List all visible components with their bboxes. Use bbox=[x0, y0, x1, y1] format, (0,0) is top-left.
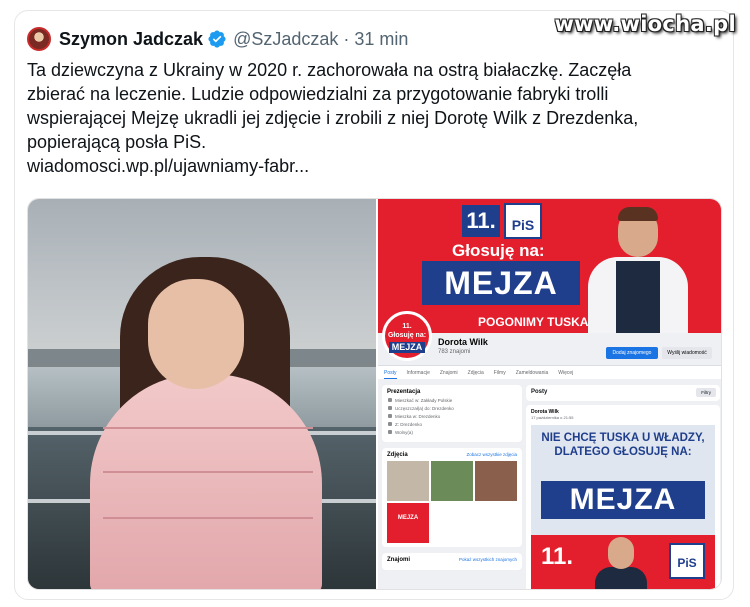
tab-more[interactable]: Więcej bbox=[558, 366, 573, 379]
photo-face bbox=[148, 279, 244, 389]
tweet-header: Szymon Jadczak @SzJadczak · 31 min bbox=[27, 26, 408, 52]
tweet-text: Ta dziewczyna z Ukrainy w 2020 r. zachor… bbox=[27, 58, 707, 178]
banner-vote-text: Głosuję na: bbox=[452, 241, 545, 260]
see-all-photos-link[interactable]: Zobacz wszystkie zdjęcia bbox=[466, 452, 517, 457]
intro-row: Wolny(a) bbox=[388, 430, 517, 435]
photo-thumb[interactable] bbox=[387, 461, 429, 501]
fb-profile-picture[interactable]: 11. Głosuję na: MEJZA bbox=[382, 311, 432, 361]
photo-jacket-seam bbox=[103, 517, 313, 519]
fb-profile-tabs: Posty Informacje Znajomi Zdjęcia Filmy Z… bbox=[378, 365, 721, 379]
poster-candidate-name: MEJZA bbox=[541, 481, 705, 519]
profile-pic-vote: Głosuję na: bbox=[387, 332, 427, 339]
photos-card: Zdjęcia Zobacz wszystkie zdjęcia MEJZA bbox=[382, 448, 522, 547]
author-avatar[interactable] bbox=[27, 27, 51, 51]
tab-checkins[interactable]: Zameldowania bbox=[516, 366, 549, 379]
candidate-figure bbox=[588, 205, 688, 333]
intro-row: Z: Drezdenko bbox=[388, 422, 517, 427]
intro-card: Prezentacja Mieszkać w: Zakłady Polskie … bbox=[382, 385, 522, 442]
site-watermark: www.wiocha.pl bbox=[554, 12, 736, 36]
tab-videos[interactable]: Filmy bbox=[494, 366, 506, 379]
intro-row: Uczęszczał(a) do: Drezdenko bbox=[388, 406, 517, 411]
verified-badge-icon bbox=[208, 30, 226, 48]
photo-thumb[interactable] bbox=[475, 461, 517, 501]
photo-thumb[interactable] bbox=[431, 461, 473, 501]
poster-bottom: 11. PiS bbox=[531, 535, 715, 589]
post-timestamp[interactable]: 17 października o 21:55 bbox=[531, 415, 715, 420]
banner-list-number: 11. bbox=[462, 205, 500, 237]
see-all-friends-link[interactable]: Pokaż wszystkich znajomych bbox=[459, 557, 517, 562]
author-name[interactable]: Szymon Jadczak bbox=[59, 29, 203, 50]
tab-posts[interactable]: Posty bbox=[384, 366, 397, 379]
author-handle[interactable]: @SzJadczak bbox=[233, 29, 338, 50]
photo-jacket-seam bbox=[103, 471, 313, 473]
tab-photos[interactable]: Zdjęcia bbox=[468, 366, 484, 379]
photo-thumb[interactable]: MEJZA bbox=[387, 503, 429, 543]
profile-pic-name: MEJZA bbox=[389, 342, 425, 353]
tweet-text-line: zbierać na leczenie. Ludzie odpowiedzial… bbox=[27, 84, 609, 104]
fb-left-column: Prezentacja Mieszkać w: Zakłady Polskie … bbox=[382, 385, 522, 589]
girl-photo[interactable] bbox=[28, 199, 376, 589]
pis-logo-icon: PiS bbox=[669, 543, 705, 579]
tweet-link[interactable]: wiadomosci.wp.pl/ujawniamy-fabr... bbox=[27, 154, 707, 178]
photos-grid: MEJZA bbox=[387, 461, 517, 543]
fb-posts-column: Posty Filtry Dorota Wilk 17 października… bbox=[526, 385, 720, 589]
election-poster[interactable]: NIE CHCĘ TUSKA U WŁADZY, DLATEGO GŁOSUJĘ… bbox=[531, 425, 715, 589]
friends-card: Znajomi Pokaż wszystkich znajomych bbox=[382, 553, 522, 570]
candidate-figure bbox=[595, 537, 647, 589]
tweet-text-line: Ta dziewczyna z Ukrainy w 2020 r. zachor… bbox=[27, 60, 632, 80]
facebook-screenshot[interactable]: 11. PiS Głosuję na: MEJZA POGONIMY TUSKA… bbox=[376, 199, 721, 589]
intro-row: Mieszka w: Drezdenko bbox=[388, 414, 517, 419]
filters-button[interactable]: Filtry bbox=[696, 388, 716, 397]
posts-header: Posty Filtry bbox=[526, 385, 720, 401]
intro-row: Mieszkać w: Zakłady Polskie bbox=[388, 398, 517, 403]
photo-jacket-seam bbox=[103, 427, 313, 429]
thumb-name: MEJZA bbox=[397, 515, 419, 521]
tweet-timestamp[interactable]: 31 min bbox=[354, 29, 408, 50]
tweet-text-line: popierającą posła PiS. bbox=[27, 132, 207, 152]
pis-logo-icon: PiS bbox=[504, 203, 542, 239]
fb-friend-count[interactable]: 783 znajomi bbox=[438, 349, 470, 355]
add-friend-button[interactable]: Dodaj znajomego bbox=[606, 347, 658, 359]
photo-jacket bbox=[90, 374, 322, 589]
tab-friends[interactable]: Znajomi bbox=[440, 366, 458, 379]
separator-dot: · bbox=[343, 28, 350, 49]
profile-pic-number: 11. bbox=[402, 323, 412, 330]
posts-title: Posty bbox=[531, 389, 548, 395]
banner-slogan: POGONIMY TUSKA! bbox=[478, 315, 593, 329]
intro-title: Prezentacja bbox=[387, 389, 421, 395]
fb-post[interactable]: Dorota Wilk 17 października o 21:55 NIE … bbox=[526, 405, 720, 589]
banner-candidate-name: MEJZA bbox=[422, 261, 580, 305]
fb-cover-banner: 11. PiS Głosuję na: MEJZA POGONIMY TUSKA… bbox=[378, 199, 721, 333]
tweet-media[interactable]: 11. PiS Głosuję na: MEJZA POGONIMY TUSKA… bbox=[27, 198, 722, 590]
poster-list-number: 11. bbox=[541, 543, 574, 570]
tweet-text-line: wspierającej Mejzę ukradli jej zdjęcie i… bbox=[27, 108, 639, 128]
message-button[interactable]: Wyślij wiadomość bbox=[662, 347, 712, 359]
poster-headline: NIE CHCĘ TUSKA U WŁADZY, DLATEGO GŁOSUJĘ… bbox=[541, 432, 705, 458]
fb-profile-name[interactable]: Dorota Wilk bbox=[438, 337, 488, 347]
tab-about[interactable]: Informacje bbox=[407, 366, 430, 379]
